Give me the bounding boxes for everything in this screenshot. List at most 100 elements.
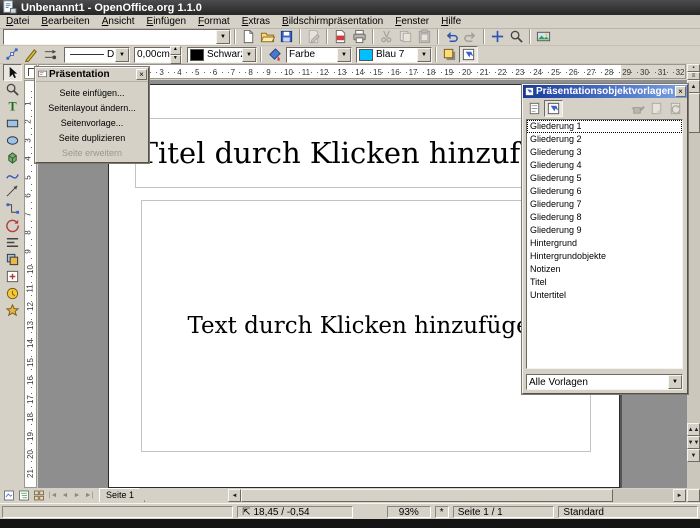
- style-filter-combobox[interactable]: Alle Vorlagen ▼: [526, 374, 683, 390]
- menu-fenster[interactable]: Fenster: [389, 16, 435, 28]
- print-file-button[interactable]: [350, 28, 369, 45]
- fill-color-combobox[interactable]: Blau 7 ▼: [356, 47, 432, 63]
- tool-rotate-button[interactable]: [3, 217, 22, 234]
- tool-text-button[interactable]: T: [3, 98, 22, 115]
- style-item[interactable]: Gliederung 5: [527, 172, 682, 185]
- vertical-scrollbar-thumb[interactable]: [687, 93, 700, 133]
- horizontal-scrollbar-thumb[interactable]: [241, 489, 613, 502]
- style-item[interactable]: Hintergrund: [527, 237, 682, 250]
- scroll-right-button[interactable]: ►: [673, 489, 686, 502]
- menu-extras[interactable]: Extras: [236, 16, 276, 28]
- tool-lines-arrows-button[interactable]: [3, 183, 22, 200]
- presentation-action-seite-einf-gen[interactable]: Seite einfügen...: [36, 86, 148, 101]
- scroll-down-button[interactable]: ▼: [687, 449, 700, 462]
- vertical-scrollbar[interactable]: ▲ ▲▲ ▼▼ ▼: [687, 80, 700, 488]
- style-item[interactable]: Gliederung 8: [527, 211, 682, 224]
- line-width-down-button[interactable]: ▼: [170, 55, 181, 64]
- menu-datei[interactable]: Datei: [0, 16, 35, 28]
- update-style-button[interactable]: [666, 100, 685, 117]
- next-tab-button[interactable]: ►: [71, 489, 83, 501]
- save-document-button[interactable]: [277, 28, 296, 45]
- shadow-button[interactable]: [440, 46, 459, 63]
- style-item[interactable]: Gliederung 1: [527, 120, 682, 133]
- tool-objects-3d-button[interactable]: [3, 149, 22, 166]
- outline-view-button[interactable]: [17, 489, 31, 501]
- first-page-button[interactable]: |◄: [47, 489, 59, 501]
- fill-style-combobox[interactable]: Farbe ▼: [286, 47, 352, 63]
- tool-select-button[interactable]: [3, 64, 22, 81]
- scroll-up-button[interactable]: ▲: [687, 80, 700, 93]
- line-style-dropdown-button[interactable]: ▼: [115, 48, 129, 62]
- style-item[interactable]: Gliederung 6: [527, 185, 682, 198]
- style-filter-dropdown-button[interactable]: ▼: [668, 375, 682, 389]
- style-item[interactable]: Gliederung 3: [527, 146, 682, 159]
- tool-arrange-button[interactable]: [3, 251, 22, 268]
- style-item[interactable]: Notizen: [527, 263, 682, 276]
- menu-ansicht[interactable]: Ansicht: [96, 16, 141, 28]
- page-tab[interactable]: Seite 1: [99, 488, 145, 502]
- line-style-combobox[interactable]: D ▼: [64, 47, 130, 63]
- previous-tab-button[interactable]: ◄: [59, 489, 71, 501]
- line-color-combobox[interactable]: Schwarz ▼: [187, 47, 257, 63]
- next-page-button[interactable]: ▼▼: [687, 436, 700, 449]
- paste-button[interactable]: [415, 28, 434, 45]
- style-item[interactable]: Hintergrundobjekte: [527, 250, 682, 263]
- line-width-up-button[interactable]: ▲: [170, 46, 181, 55]
- presentation-action-seitenlayout-ndern[interactable]: Seitenlayout ändern...: [36, 101, 148, 116]
- tool-connector-button[interactable]: [3, 200, 22, 217]
- last-page-button[interactable]: ►|: [83, 489, 95, 501]
- url-dropdown-button[interactable]: ▼: [216, 30, 230, 44]
- url-combobox[interactable]: ▼: [3, 29, 231, 45]
- tool-effects-button[interactable]: [3, 302, 22, 319]
- export-pdf-button[interactable]: [331, 28, 350, 45]
- presentation-styles-button[interactable]: [525, 100, 544, 117]
- edit-points-button[interactable]: [3, 46, 22, 63]
- style-item[interactable]: Gliederung 9: [527, 224, 682, 237]
- tool-ellipse-button[interactable]: [3, 132, 22, 149]
- graphic-styles-button[interactable]: [544, 100, 563, 117]
- open-document-button[interactable]: [258, 28, 277, 45]
- horizontal-scrollbar[interactable]: ◄ ►: [228, 489, 686, 502]
- menu-einfgen[interactable]: Einfügen: [141, 16, 192, 28]
- presentation-action-seite-duplizieren[interactable]: Seite duplizieren: [36, 131, 148, 146]
- menu-bildschirmprsentation[interactable]: Bildschirmpräsentation: [276, 16, 389, 28]
- line-width-spinner[interactable]: 0,00cm ▲▼: [134, 47, 182, 63]
- status-zoom-field[interactable]: 93%: [387, 506, 431, 518]
- style-item[interactable]: Gliederung 7: [527, 198, 682, 211]
- stylist-titlebar[interactable]: Präsentationsobjektvorlagen ×: [523, 85, 687, 98]
- tool-insert-button[interactable]: [3, 268, 22, 285]
- fill-format-mode-button[interactable]: [628, 100, 647, 117]
- tool-interaction-button[interactable]: [3, 285, 22, 302]
- zoom-button[interactable]: [507, 28, 526, 45]
- fill-color-dropdown-button[interactable]: ▼: [417, 48, 431, 62]
- undo-button[interactable]: [442, 28, 461, 45]
- ruler-options-button[interactable]: ≡: [687, 72, 700, 80]
- previous-page-button[interactable]: ▲▲: [687, 423, 700, 436]
- scroll-left-button[interactable]: ◄: [228, 489, 241, 502]
- gallery-button[interactable]: [534, 28, 553, 45]
- line-color-dropdown-button[interactable]: ▼: [242, 48, 256, 62]
- menu-format[interactable]: Format: [192, 16, 236, 28]
- cut-button[interactable]: [377, 28, 396, 45]
- new-document-button[interactable]: [239, 28, 258, 45]
- style-item[interactable]: Titel: [527, 276, 682, 289]
- presentation-window-close-button[interactable]: ×: [136, 69, 147, 80]
- menu-hilfe[interactable]: Hilfe: [435, 16, 467, 28]
- drawing-view-button[interactable]: [2, 489, 16, 501]
- presentation-action-seitenvorlage[interactable]: Seitenvorlage...: [36, 116, 148, 131]
- style-item[interactable]: Gliederung 2: [527, 133, 682, 146]
- area-style-button[interactable]: [265, 46, 284, 63]
- tool-curve-button[interactable]: [3, 166, 22, 183]
- tool-rectangle-button[interactable]: [3, 115, 22, 132]
- redo-button[interactable]: [461, 28, 480, 45]
- edit-file-button[interactable]: [304, 28, 323, 45]
- tool-alignment-button[interactable]: [3, 234, 22, 251]
- navigator-button[interactable]: [488, 28, 507, 45]
- style-item[interactable]: Gliederung 4: [527, 159, 682, 172]
- slide-view-button[interactable]: [32, 489, 46, 501]
- copy-button[interactable]: [396, 28, 415, 45]
- tool-zoom-button[interactable]: [3, 81, 22, 98]
- stylist-toggle-button[interactable]: [459, 46, 478, 63]
- menu-bearbeiten[interactable]: Bearbeiten: [35, 16, 95, 28]
- presentation-window-titlebar[interactable]: Präsentation ×: [36, 68, 148, 82]
